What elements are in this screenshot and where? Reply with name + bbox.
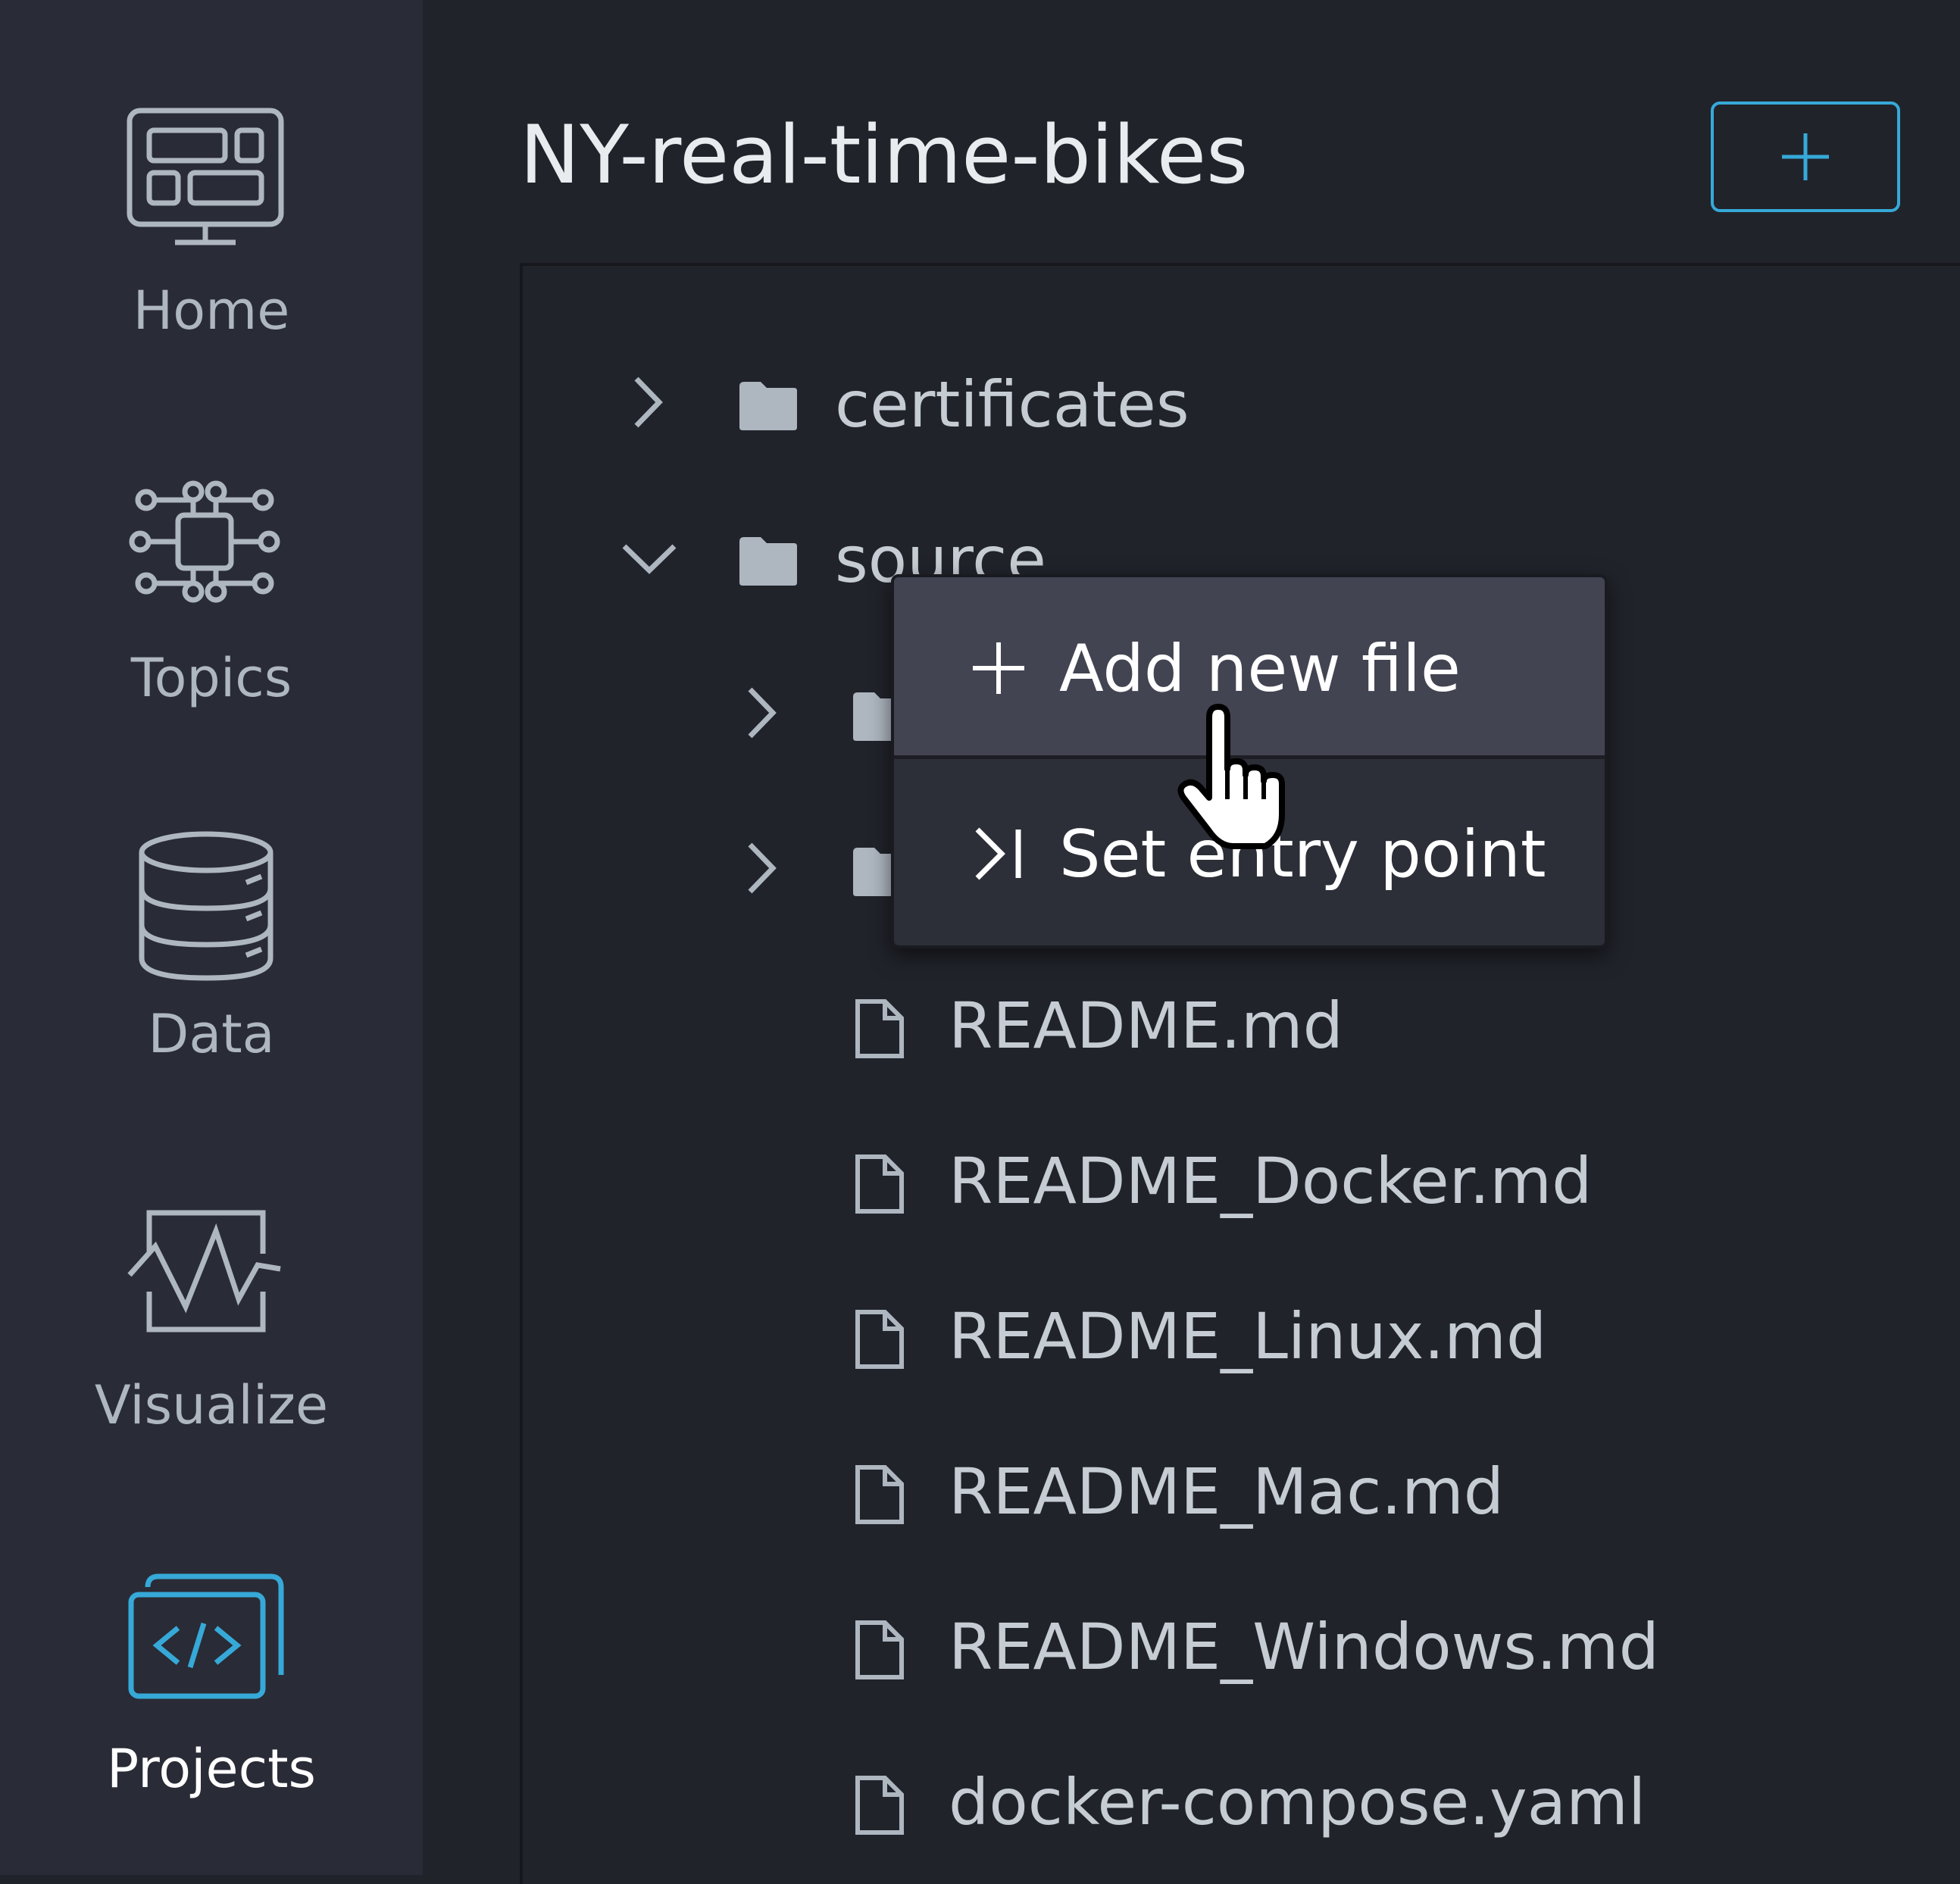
tree-folder-certificates[interactable]: certificates [523,345,1887,451]
project-title: NY-real-time-bikes [520,108,1249,202]
file-icon [855,1620,904,1679]
menu-item-label: Set entry point [1059,817,1546,892]
tree-item-label: README.md [949,989,1343,1063]
plus-icon [973,642,1024,694]
database-icon [139,831,274,981]
tree-item-label: README_Docker.md [949,1144,1593,1218]
menu-item-label: Add new file [1059,631,1461,707]
folder-icon [739,382,797,430]
tree-file-readme[interactable]: README.md [523,967,1887,1073]
file-icon [855,1310,904,1369]
entry-point-icon [975,827,1021,880]
file-icon [855,1465,904,1524]
file-tree: certificates source README.md README_Doc… [520,263,1960,1884]
sidebar-item-label: Projects [107,1738,316,1800]
topics-network-icon [129,480,280,603]
home-dashboard-icon [127,108,284,245]
file-icon [855,1776,904,1835]
file-icon [855,1154,904,1214]
sidebar-item-visualize[interactable]: Visualize [0,1208,423,1458]
tree-file-readme-linux[interactable]: README_Linux.md [523,1277,1887,1383]
sidebar-item-topics[interactable]: Topics [0,473,423,723]
sidebar: Home Topics Data Visualize Projects [0,0,423,1875]
tree-item-label: README_Linux.md [949,1299,1547,1373]
plus-icon [1782,133,1829,180]
tree-item-label: docker-compose.yaml [949,1765,1646,1839]
tree-file-readme-docker[interactable]: README_Docker.md [523,1122,1887,1228]
hand-cursor-icon [1177,704,1285,849]
chevron-right-icon[interactable] [742,686,780,739]
sidebar-item-label: Visualize [94,1374,329,1436]
tree-item-label: README_Windows.md [949,1610,1659,1684]
chevron-right-icon[interactable] [629,376,667,429]
projects-code-icon [128,1573,284,1699]
file-icon [855,999,904,1058]
sidebar-item-projects[interactable]: Projects [0,1572,423,1822]
visualize-chart-icon [127,1210,281,1333]
add-button[interactable] [1711,102,1900,212]
sidebar-item-label: Topics [130,647,292,709]
chevron-right-icon[interactable] [742,842,780,895]
sidebar-item-home[interactable]: Home [0,106,423,356]
chevron-down-icon[interactable] [621,540,677,575]
sidebar-item-data[interactable]: Data [0,830,423,1079]
tree-item-label: certificates [835,367,1189,442]
tree-file-docker-compose[interactable]: docker-compose.yaml [523,1743,1887,1849]
folder-icon [739,537,797,586]
sidebar-item-label: Home [133,280,290,342]
tree-item-label: README_Mac.md [949,1454,1505,1529]
tree-file-readme-mac[interactable]: README_Mac.md [523,1433,1887,1539]
sidebar-item-label: Data [148,1003,275,1065]
tree-file-readme-windows[interactable]: README_Windows.md [523,1588,1887,1694]
